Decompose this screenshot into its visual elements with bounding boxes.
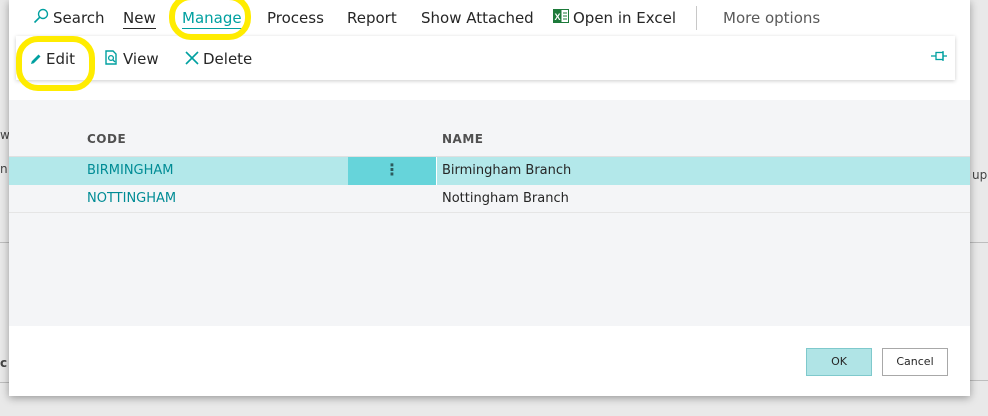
open-in-excel-button[interactable]: X Open in Excel <box>553 7 676 29</box>
new-label: New <box>123 9 156 29</box>
report-tab[interactable]: Report <box>347 7 397 29</box>
table-row[interactable]: BIRMINGHAM ⋮ Birmingham Branch <box>9 157 970 185</box>
view-icon <box>105 49 119 71</box>
lookup-dialog: Search New Manage Process Report Show At… <box>9 0 970 396</box>
delete-icon <box>185 49 199 71</box>
code-cell[interactable]: BIRMINGHAM <box>87 163 174 178</box>
ok-button[interactable]: OK <box>806 348 872 376</box>
excel-icon: X <box>553 8 569 30</box>
bg-fragment: up <box>972 168 988 182</box>
table-row[interactable]: NOTTINGHAM Nottingham Branch <box>9 185 970 213</box>
pin-icon[interactable] <box>931 50 947 66</box>
new-button[interactable]: New <box>123 7 156 29</box>
more-vertical-icon: ⋮ <box>384 160 400 179</box>
open-in-excel-label: Open in Excel <box>573 9 677 27</box>
bg-fragment: c <box>0 356 8 370</box>
column-header-code[interactable]: CODE <box>87 132 126 146</box>
bg-fragment: n <box>0 162 8 176</box>
highlight-circle-manage <box>169 0 251 40</box>
row-divider <box>9 212 970 213</box>
row-menu-button[interactable]: ⋮ <box>348 157 436 185</box>
cell-divider <box>436 157 437 185</box>
name-cell[interactable]: Birmingham Branch <box>442 163 571 178</box>
view-label: View <box>123 50 159 68</box>
more-options-button[interactable]: More options <box>723 7 820 29</box>
search-icon <box>33 8 49 30</box>
show-attached-button[interactable]: Show Attached <box>421 7 534 29</box>
delete-label: Delete <box>203 50 253 68</box>
lookup-list: CODE NAME BIRMINGHAM ⋮ Birmingham Branch… <box>9 100 970 326</box>
code-cell[interactable]: NOTTINGHAM <box>87 191 176 206</box>
manage-action-bar: Edit View Delete <box>16 36 955 80</box>
search-button[interactable]: Search <box>33 7 105 29</box>
delete-button[interactable]: Delete <box>185 48 252 70</box>
search-label: Search <box>53 9 105 27</box>
process-tab[interactable]: Process <box>267 7 324 29</box>
column-header-name[interactable]: NAME <box>442 132 483 146</box>
action-bar-divider <box>696 6 697 30</box>
action-bar: Search New Manage Process Report Show At… <box>9 0 970 36</box>
svg-text:X: X <box>554 12 560 22</box>
name-cell[interactable]: Nottingham Branch <box>442 191 569 206</box>
highlight-circle-edit <box>16 36 95 91</box>
view-button[interactable]: View <box>105 48 159 70</box>
cancel-button[interactable]: Cancel <box>882 348 948 376</box>
